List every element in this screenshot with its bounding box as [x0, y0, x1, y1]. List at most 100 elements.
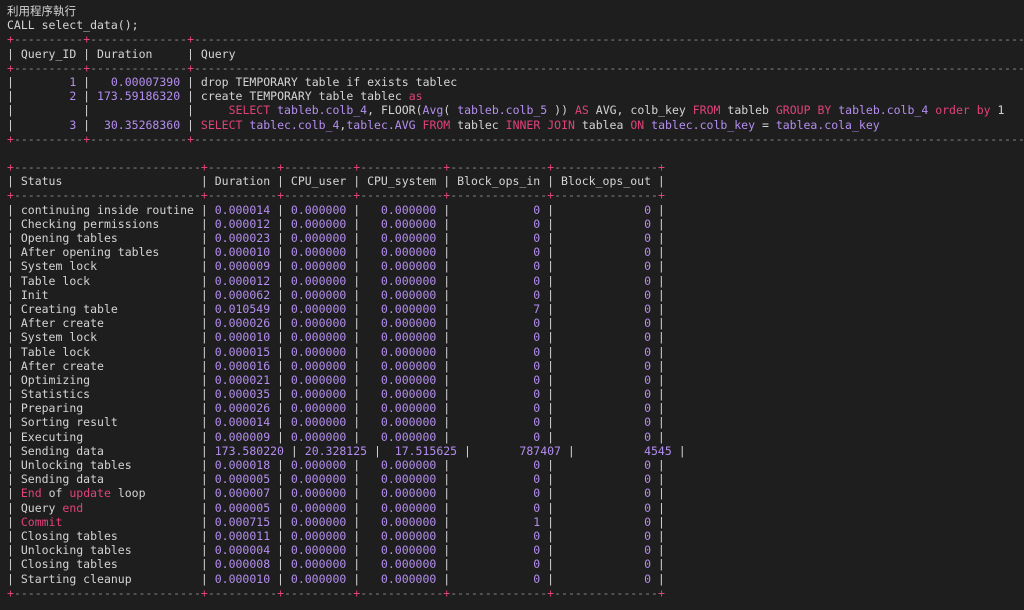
query-row: | 3 | 30.35268360 | SELECT tablec.colb_4…	[7, 117, 880, 132]
status-duration: 0.000005	[214, 472, 271, 487]
status-cpu-system: 0.000000	[367, 330, 437, 345]
status-duration: 0.000009	[214, 259, 271, 274]
query-id: 3	[20, 117, 77, 132]
status-cpu-system: 0.000000	[367, 245, 437, 260]
status-table-border-bottom: +---------------------------+----------+…	[7, 585, 665, 600]
status-duration: 0.000010	[214, 571, 271, 586]
status-block-ops-in: 0	[457, 358, 541, 373]
status-cpu-user: 0.000000	[290, 202, 347, 217]
status-block-ops-in: 0	[457, 259, 541, 274]
status-name: Sending data	[20, 443, 194, 458]
status-cpu-user: 0.000000	[290, 301, 347, 316]
status-row: | Optimizing | 0.000021 | 0.000000 | 0.0…	[7, 372, 665, 387]
status-block-ops-out: 0	[560, 571, 651, 586]
status-block-ops-out: 0	[561, 486, 652, 501]
status-cpu-user: 0.000000	[290, 387, 347, 402]
status-row: | System lock | 0.000009 | 0.000000 | 0.…	[7, 259, 665, 274]
status-duration: 0.000014	[214, 415, 271, 430]
status-cpu-system: 0.000000	[367, 372, 437, 387]
query-id: 1	[20, 74, 77, 89]
status-cpu-user: 20.328125	[304, 443, 368, 458]
status-row: | Closing tables | 0.000011 | 0.000000 |…	[7, 528, 665, 543]
status-row: | Init | 0.000062 | 0.000000 | 0.000000 …	[7, 287, 665, 302]
status-row: | End of update loop | 0.000007 | 0.0000…	[7, 486, 665, 501]
status-name: Unlocking tables	[20, 543, 194, 558]
status-cpu-user: 0.000000	[290, 458, 347, 472]
status-name: Preparing	[20, 401, 194, 416]
status-name: Table lock	[20, 273, 194, 288]
status-name: Query end	[20, 500, 84, 515]
status-cpu-user: 0.000000	[290, 358, 347, 373]
status-block-ops-out: 0	[560, 415, 651, 430]
status-name: Init	[20, 287, 194, 302]
status-duration: 0.000005	[214, 500, 271, 515]
column-header-block-ops-out: Block_ops_out	[560, 174, 651, 189]
status-cpu-user: 0.000000	[290, 316, 347, 331]
status-name: Unlocking tables	[20, 458, 194, 472]
status-block-ops-in: 0	[457, 458, 541, 472]
status-cpu-user: 0.000000	[290, 330, 347, 345]
status-duration: 0.000021	[214, 372, 271, 387]
status-duration: 0.010549	[214, 301, 271, 316]
status-block-ops-in: 0	[457, 344, 541, 359]
status-block-ops-out: 0	[560, 543, 651, 558]
query-table: +----------+--------------+-------------…	[7, 32, 1024, 146]
column-header-cpu-user: CPU_user	[290, 174, 347, 189]
status-cpu-system: 0.000000	[367, 528, 437, 543]
section-title: 利用程序執行	[7, 4, 76, 18]
column-header-status: Status	[20, 174, 194, 189]
status-block-ops-in: 7	[457, 301, 541, 316]
status-cpu-system: 0.000000	[367, 387, 437, 402]
status-duration: 0.000007	[214, 486, 271, 501]
status-cpu-user: 0.000000	[290, 528, 347, 543]
status-block-ops-in: 0	[457, 429, 541, 444]
status-block-ops-in: 0	[457, 287, 541, 302]
status-duration: 0.000062	[214, 287, 271, 302]
query-duration: 0.00007390	[97, 74, 181, 89]
status-block-ops-in: 0	[457, 202, 541, 217]
status-cpu-system: 0.000000	[367, 486, 437, 501]
status-duration: 0.000011	[214, 528, 271, 543]
status-cpu-user: 0.000000	[290, 557, 347, 572]
status-block-ops-out: 0	[560, 458, 651, 472]
status-table-border-top: +---------------------------+----------+…	[7, 160, 665, 175]
status-cpu-user: 0.000000	[290, 429, 347, 444]
status-row: | After create | 0.000026 | 0.000000 | 0…	[7, 316, 665, 331]
status-name: Sorting result	[20, 415, 194, 430]
query-text: drop TEMPORARY table if exists tablec	[200, 74, 458, 89]
status-cpu-system: 0.000000	[367, 472, 437, 487]
status-block-ops-in: 0	[457, 387, 541, 402]
status-name: Statistics	[20, 387, 194, 402]
status-name: Sending data	[20, 472, 194, 487]
status-cpu-user: 0.000000	[290, 543, 347, 558]
status-block-ops-in: 0	[457, 557, 541, 572]
status-duration: 0.000715	[214, 514, 271, 529]
status-block-ops-out: 0	[560, 528, 651, 543]
status-block-ops-out: 0	[560, 358, 651, 373]
status-block-ops-out: 0	[560, 216, 651, 231]
call-statement: CALL select_data();	[7, 18, 139, 33]
status-row: | Unlocking tables | 0.000004 | 0.000000…	[7, 543, 665, 558]
status-cpu-system: 0.000000	[367, 231, 437, 245]
status-block-ops-out: 0	[560, 316, 651, 331]
status-row: | After create | 0.000016 | 0.000000 | 0…	[7, 358, 665, 373]
status-row: | Sending data | 173.580220 | 20.328125 …	[7, 443, 686, 458]
status-row: | Opening tables | 0.000023 | 0.000000 |…	[7, 231, 665, 245]
status-name: System lock	[20, 259, 194, 274]
status-block-ops-in: 0	[457, 216, 541, 231]
query-id: 2	[20, 89, 77, 104]
status-row: | Statistics | 0.000035 | 0.000000 | 0.0…	[7, 387, 665, 402]
status-row: | After opening tables | 0.000010 | 0.00…	[7, 245, 665, 260]
status-block-ops-out: 0	[560, 344, 651, 359]
status-name: After opening tables	[20, 245, 194, 260]
status-name: Creating table	[20, 301, 194, 316]
status-cpu-system: 0.000000	[367, 301, 437, 316]
status-cpu-system: 0.000000	[367, 458, 437, 472]
status-block-ops-out: 0	[560, 287, 651, 302]
status-duration: 0.000026	[214, 316, 271, 331]
status-cpu-user: 0.000000	[290, 415, 347, 430]
status-block-ops-out: 0	[560, 231, 651, 245]
status-duration: 0.000004	[214, 543, 271, 558]
status-cpu-user: 0.000000	[290, 472, 347, 487]
terminal-output: 利用程序執行 CALL select_data(); +----------+-…	[0, 0, 1024, 610]
